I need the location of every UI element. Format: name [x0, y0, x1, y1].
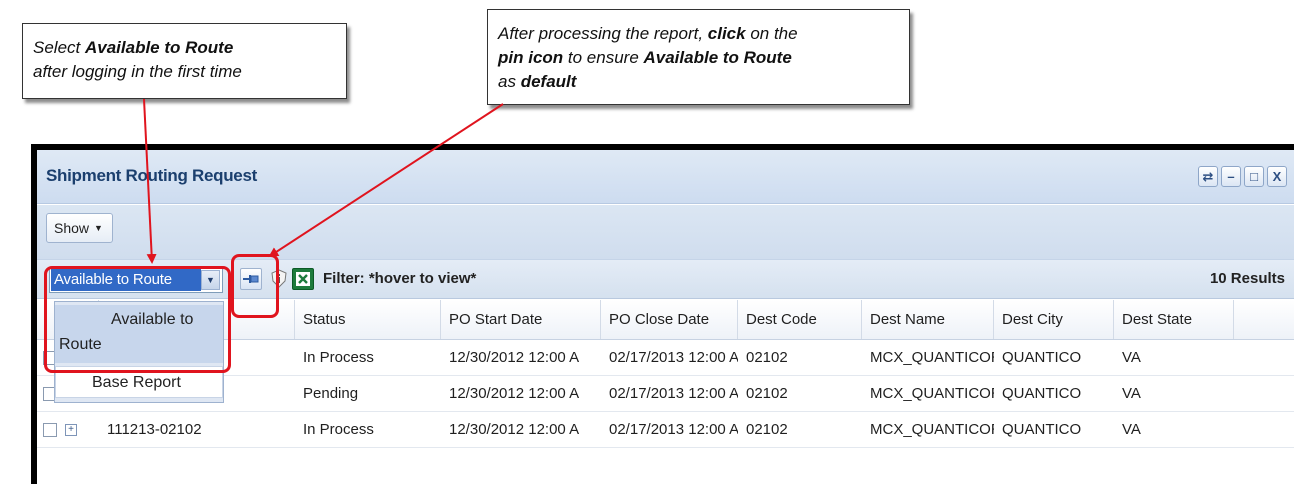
column-header-po-close-date[interactable]: PO Close Date	[601, 300, 738, 339]
callout-bold-text: default	[520, 72, 577, 91]
cell-state: VA	[1122, 421, 1141, 438]
cell-city: QUANTICO	[1002, 349, 1082, 366]
show-button[interactable]: Show ▼	[46, 213, 113, 243]
callout-text: on the	[745, 24, 798, 43]
window-controls: ⇄ – □ X	[1198, 166, 1287, 187]
maximize-icon[interactable]: □	[1244, 166, 1264, 187]
minimize-icon[interactable]: –	[1221, 166, 1241, 187]
cell-close: 02/17/2013 12:00 A	[609, 385, 738, 402]
toolbar-top: Show ▼	[37, 205, 1294, 259]
excel-export-icon[interactable]	[292, 268, 314, 290]
callout-pin-default: After processing the report, click on th…	[487, 9, 910, 105]
results-count: 10 Results	[1209, 270, 1285, 287]
cell-name: MCX_QUANTICOR	[870, 421, 994, 438]
window-titlebar: Shipment Routing Request ⇄ – □ X	[37, 150, 1294, 204]
caret-down-icon: ▼	[94, 223, 103, 233]
cell-state: VA	[1122, 385, 1141, 402]
column-header-dest-code[interactable]: Dest Code	[738, 300, 862, 339]
callout-text: after logging in the first time	[33, 62, 242, 81]
column-header-po-start-date[interactable]: PO Start Date	[441, 300, 601, 339]
callout-text: After processing the report,	[498, 24, 708, 43]
cell-code: 02102	[746, 421, 788, 438]
highlight-view-select	[44, 266, 231, 373]
highlight-pin-icon	[231, 254, 279, 318]
cell-name: MCX_QUANTICOR	[870, 385, 994, 402]
callout-bold-text: Available to Route	[643, 48, 792, 67]
cell-city: QUANTICO	[1002, 421, 1082, 438]
row-checkbox[interactable]	[43, 423, 57, 438]
column-header-dest-state[interactable]: Dest State	[1114, 300, 1234, 339]
callout-bold-text: Available to Route	[84, 38, 234, 57]
close-icon[interactable]: X	[1267, 166, 1287, 187]
cell-city: QUANTICO	[1002, 385, 1082, 402]
cell-close: 02/17/2013 12:00 A	[609, 421, 738, 438]
column-header-dest-name[interactable]: Dest Name	[862, 300, 994, 339]
cell-start: 12/30/2012 12:00 A	[449, 385, 580, 402]
table-row[interactable]: + 789101-02102 Pending 12/30/2012 12:00 …	[37, 376, 1294, 412]
table-row[interactable]: + 111213-02102 In Process 12/30/2012 12:…	[37, 412, 1294, 448]
cell-code: 02102	[746, 385, 788, 402]
callout-text: as	[498, 72, 521, 91]
callout-bold-text: pin icon	[498, 48, 564, 67]
callout-text: to ensure	[563, 48, 644, 67]
callout-select-view: Select Available to Route after logging …	[22, 23, 347, 99]
cell-start: 12/30/2012 12:00 A	[449, 349, 580, 366]
cell-po: 111213-02102	[107, 421, 202, 438]
expand-icon[interactable]: +	[65, 424, 77, 437]
row-controls: +	[37, 412, 99, 447]
column-header-dest-city[interactable]: Dest City	[994, 300, 1114, 339]
cell-start: 12/30/2012 12:00 A	[449, 421, 580, 438]
callout-bold-text: click	[707, 24, 746, 43]
column-header-status[interactable]: Status	[295, 300, 441, 339]
show-button-label: Show	[54, 220, 90, 236]
callout-text: Select	[33, 38, 85, 57]
window-title: Shipment Routing Request	[46, 166, 257, 185]
cell-state: VA	[1122, 349, 1141, 366]
filter-label[interactable]: Filter: *hover to view*	[323, 270, 476, 287]
refresh-icon[interactable]: ⇄	[1198, 166, 1218, 187]
cell-name: MCX_QUANTICOR	[870, 349, 994, 366]
cell-status: In Process	[303, 349, 374, 366]
cell-close: 02/17/2013 12:00 A	[609, 349, 738, 366]
cell-code: 02102	[746, 349, 788, 366]
cell-status: In Process	[303, 421, 374, 438]
cell-status: Pending	[303, 385, 359, 402]
